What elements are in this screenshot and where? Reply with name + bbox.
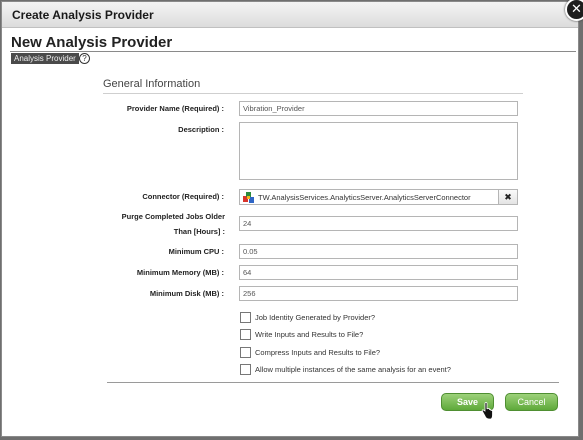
compress-label: Compress Inputs and Results to File?	[255, 348, 381, 357]
min-memory-input[interactable]	[239, 265, 518, 280]
title-divider	[10, 51, 576, 52]
section-divider	[103, 93, 523, 94]
purge-label-line2: Than [Hours] :	[173, 227, 225, 236]
min-cpu-label: Minimum CPU :	[168, 247, 224, 256]
connector-value: TW.AnalysisServices.AnalyticsServer.Anal…	[258, 193, 471, 202]
dialog-titlebar[interactable]: Create Analysis Provider	[2, 2, 578, 28]
compress-checkbox[interactable]	[240, 347, 251, 358]
min-memory-label: Minimum Memory (MB) :	[136, 268, 224, 277]
job-identity-checkbox[interactable]	[240, 312, 251, 323]
connector-picker[interactable]: TW.AnalysisServices.AnalyticsServer.Anal…	[239, 189, 518, 205]
min-cpu-input[interactable]	[239, 244, 518, 259]
purge-hours-input[interactable]	[239, 216, 518, 231]
purge-label-line1: Purge Completed Jobs Older	[121, 212, 225, 221]
hand-pointer-icon	[481, 402, 493, 420]
provider-name-label: Provider Name (Required) :	[126, 104, 224, 113]
description-textarea[interactable]	[239, 122, 518, 180]
description-label: Description :	[178, 125, 224, 134]
purge-label: Purge Completed Jobs Older Than [Hours] …	[95, 209, 225, 239]
write-inputs-label: Write Inputs and Results to File?	[255, 330, 364, 339]
page-title: New Analysis Provider	[11, 34, 173, 51]
multiple-instances-checkbox[interactable]	[240, 364, 251, 375]
job-identity-label: Job Identity Generated by Provider?	[255, 313, 376, 322]
section-title: General Information	[103, 78, 201, 90]
clear-connector-icon[interactable]: ✖	[498, 190, 517, 204]
cancel-button[interactable]: Cancel	[505, 393, 558, 411]
min-disk-input[interactable]	[239, 286, 518, 301]
dialog-title: Create Analysis Provider	[12, 8, 154, 22]
provider-name-input[interactable]	[239, 101, 518, 116]
multiple-instances-label: Allow multiple instances of the same ana…	[255, 365, 451, 374]
breadcrumb: Analysis Provider	[11, 53, 79, 64]
close-icon[interactable]: ✕	[565, 0, 583, 21]
help-icon[interactable]: ?	[79, 53, 90, 64]
min-disk-label: Minimum Disk (MB) :	[149, 289, 224, 298]
thingworx-connector-icon	[243, 192, 254, 203]
connector-label: Connector (Required) :	[142, 192, 224, 201]
write-inputs-checkbox[interactable]	[240, 329, 251, 340]
footer-divider	[107, 382, 559, 383]
create-analysis-provider-dialog: Create Analysis Provider New Analysis Pr…	[1, 1, 579, 437]
